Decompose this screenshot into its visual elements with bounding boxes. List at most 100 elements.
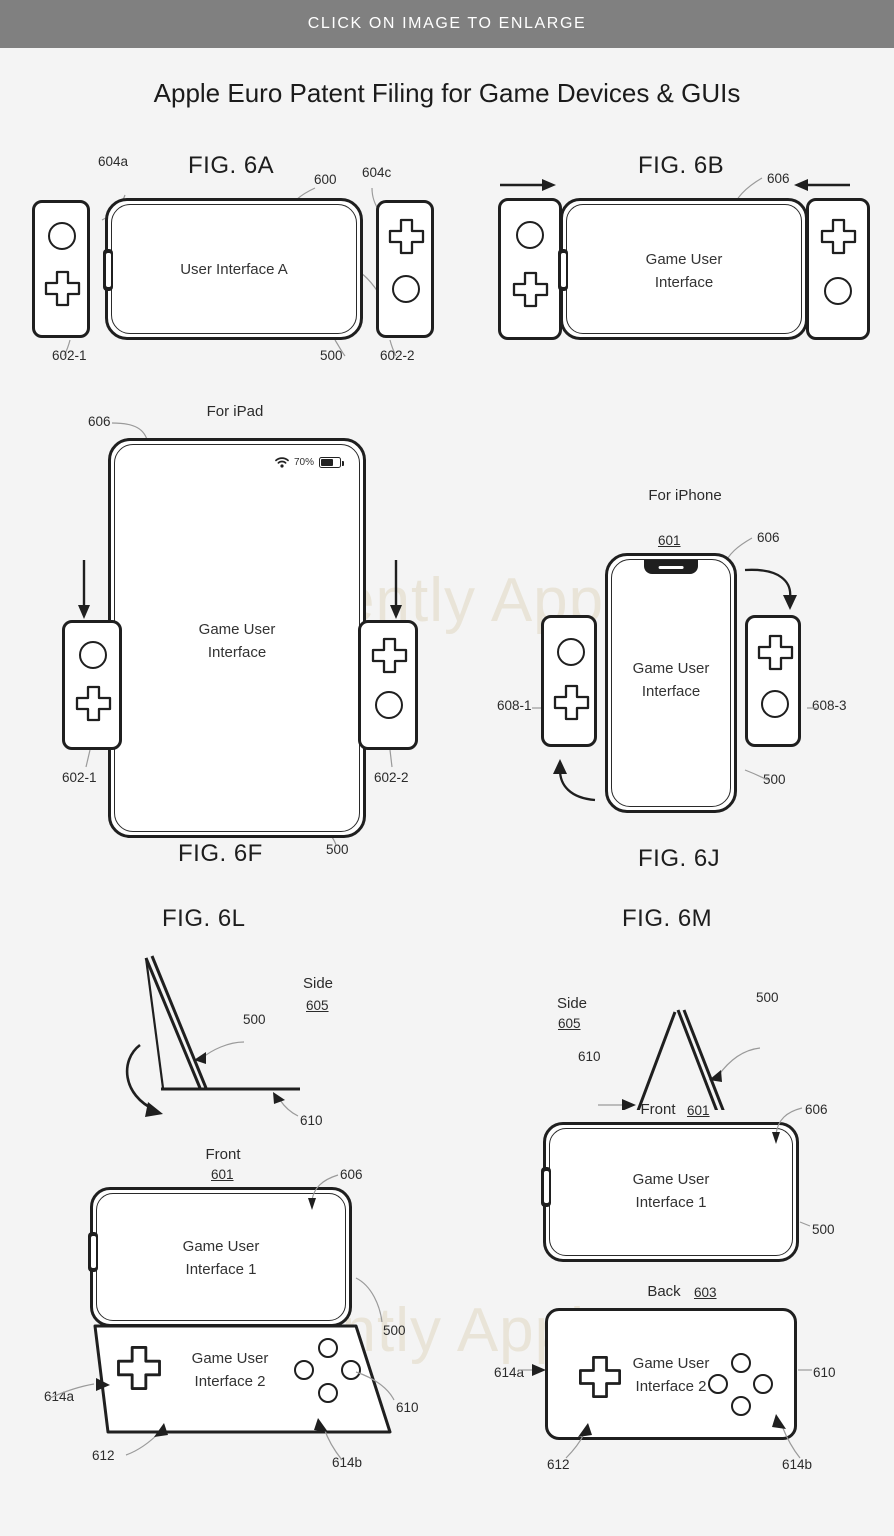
dpad-icon[interactable] xyxy=(116,1345,162,1391)
fig6f-screen-line2: Interface xyxy=(207,643,267,661)
figure-label-6m: FIG. 6M xyxy=(622,905,713,932)
ref-604c: 604c xyxy=(362,165,392,180)
fig6l-screen2-line2: Interface 2 xyxy=(194,1372,266,1390)
ref-612: 612 xyxy=(92,1448,115,1463)
click-to-enlarge-banner[interactable]: CLICK ON IMAGE TO ENLARGE xyxy=(0,0,894,48)
fig6j-left-controller[interactable] xyxy=(541,615,597,747)
ref-602-2: 602-2 xyxy=(374,770,409,785)
fig6l-front-ref-601: 601 xyxy=(211,1167,234,1182)
ref-614b: 614b xyxy=(332,1455,363,1470)
fig6m-screen1-line2: Interface 1 xyxy=(635,1193,707,1211)
dpad-icon[interactable] xyxy=(553,684,590,721)
dpad-icon[interactable] xyxy=(371,637,408,674)
action-button-up[interactable] xyxy=(318,1338,338,1358)
fig6l-screen2-line1: Game User xyxy=(191,1350,269,1367)
battery-icon xyxy=(319,457,344,468)
ref-602-2: 602-2 xyxy=(380,348,415,363)
fig6l-front-device[interactable]: Game User Interface 1 xyxy=(88,1187,352,1327)
fig6m-side-caption: Side xyxy=(556,995,588,1012)
ref-610: 610 xyxy=(300,1113,323,1128)
ref-614a: 614a xyxy=(494,1365,525,1380)
action-button-right[interactable] xyxy=(753,1374,773,1394)
action-button-right[interactable] xyxy=(341,1360,361,1380)
fig6f-right-controller[interactable] xyxy=(358,620,418,750)
ref-602-1: 602-1 xyxy=(52,348,87,363)
ref-610: 610 xyxy=(813,1365,836,1380)
banner-label: CLICK ON IMAGE TO ENLARGE xyxy=(307,15,587,32)
ref-500: 500 xyxy=(320,348,343,363)
dpad-icon[interactable] xyxy=(512,271,549,308)
action-button-down[interactable] xyxy=(318,1383,338,1403)
joystick-icon[interactable] xyxy=(48,222,76,250)
figure-label-6b: FIG. 6B xyxy=(638,152,725,179)
action-button-left[interactable] xyxy=(708,1374,728,1394)
ref-608-3: 608-3 xyxy=(812,698,847,713)
fig6m-action-buttons[interactable] xyxy=(708,1353,778,1419)
fig6b-left-controller[interactable] xyxy=(498,198,562,340)
fig6l-action-buttons[interactable] xyxy=(294,1338,364,1408)
ref-606: 606 xyxy=(767,171,790,186)
fig6a-right-controller[interactable] xyxy=(376,200,434,338)
fig6j-screen-line2: Interface xyxy=(641,682,701,700)
fig6j-screen-line1: Game User xyxy=(632,660,710,677)
dpad-icon[interactable] xyxy=(578,1355,622,1399)
dpad-icon[interactable] xyxy=(388,218,425,255)
fig6l-side-ref-605: 605 xyxy=(306,998,329,1013)
ref-602-1: 602-1 xyxy=(62,770,97,785)
joystick-icon[interactable] xyxy=(392,275,420,303)
joystick-icon[interactable] xyxy=(516,221,544,249)
fig6l-screen1-line1: Game User xyxy=(182,1238,260,1255)
fig6m-screen1-line1: Game User xyxy=(632,1171,710,1188)
fig6l-front-caption: Front xyxy=(205,1146,241,1163)
fig6b-screen-line2: Interface xyxy=(654,273,714,291)
ref-604a: 604a xyxy=(98,154,129,169)
page-title: Apple Euro Patent Filing for Game Device… xyxy=(153,78,741,108)
fig6a-left-controller[interactable] xyxy=(32,200,90,338)
fig6m-side-ref-605: 605 xyxy=(558,1016,581,1031)
dpad-icon[interactable] xyxy=(757,634,794,671)
ref-500: 500 xyxy=(243,1012,266,1027)
battery-percent-label: 70% xyxy=(293,457,314,468)
ref-606: 606 xyxy=(757,530,780,545)
fig6j-caption: For iPhone xyxy=(648,487,722,504)
joystick-icon[interactable] xyxy=(824,277,852,305)
figure-label-6j: FIG. 6J xyxy=(638,845,721,872)
joystick-icon[interactable] xyxy=(79,641,107,669)
fig6f-statusbar: 70% xyxy=(275,457,344,468)
ref-600: 600 xyxy=(314,172,337,187)
fig6j-right-controller[interactable] xyxy=(745,615,801,747)
fig6f-ipad[interactable]: 70% Game User Interface xyxy=(108,438,366,838)
fig6j-iphone[interactable]: Game User Interface xyxy=(605,553,737,813)
fig6m-back-caption: Back xyxy=(647,1283,681,1300)
ref-606: 606 xyxy=(340,1167,363,1182)
joystick-icon[interactable] xyxy=(557,638,585,666)
ref-614b: 614b xyxy=(782,1457,813,1472)
fig6m-front-ref-601: 601 xyxy=(687,1103,710,1118)
fig6f-caption: For iPad xyxy=(206,403,264,420)
joystick-icon[interactable] xyxy=(375,691,403,719)
figure-label-6a: FIG. 6A xyxy=(188,152,275,179)
fig6a-device[interactable]: User Interface A xyxy=(103,198,363,340)
dpad-icon[interactable] xyxy=(820,218,857,255)
fig6l-side-caption: Side xyxy=(302,975,334,992)
joystick-icon[interactable] xyxy=(761,690,789,718)
fig6m-front-device[interactable]: Game User Interface 1 xyxy=(541,1122,799,1262)
ref-610: 610 xyxy=(578,1049,601,1064)
fig6m-front-caption: Front xyxy=(640,1101,676,1118)
fig6f-left-controller[interactable] xyxy=(62,620,122,750)
fig6b-screen-line1: Game User xyxy=(645,251,723,268)
figure-label-6l: FIG. 6L xyxy=(162,905,246,932)
dpad-icon[interactable] xyxy=(75,685,112,722)
action-button-up[interactable] xyxy=(731,1353,751,1373)
fig6m-back-ref-603: 603 xyxy=(694,1285,717,1300)
fig6f-screen-line1: Game User xyxy=(198,621,276,638)
fig6m-back-panel[interactable]: Game User Interface 2 xyxy=(545,1308,797,1440)
dpad-icon[interactable] xyxy=(44,270,81,307)
fig6b-right-controller[interactable] xyxy=(806,198,870,340)
fig6b-device[interactable]: Game User Interface xyxy=(558,198,808,340)
figure-label-6f: FIG. 6F xyxy=(178,840,263,867)
ref-500: 500 xyxy=(812,1222,835,1237)
fig6l-screen1-line2: Interface 1 xyxy=(185,1260,257,1278)
action-button-down[interactable] xyxy=(731,1396,751,1416)
ref-500: 500 xyxy=(763,772,786,787)
